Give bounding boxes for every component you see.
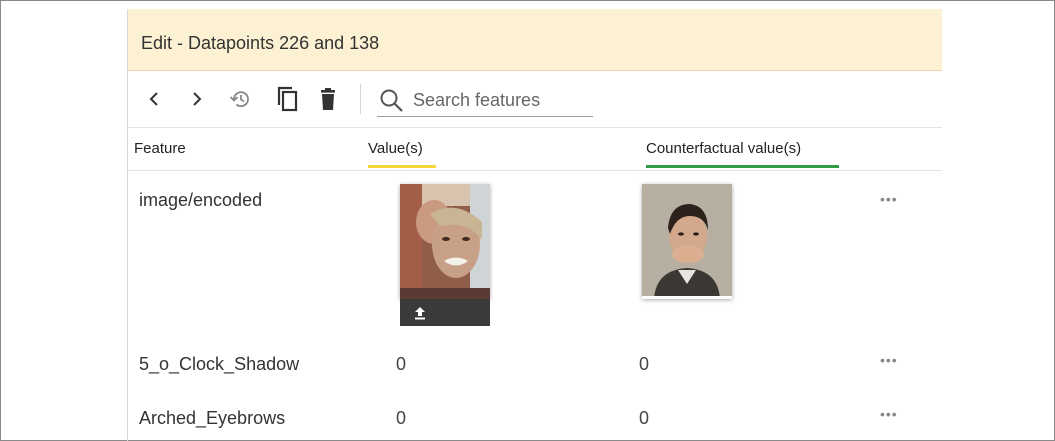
row-more-button[interactable]: •••: [880, 191, 898, 207]
value-text[interactable]: 0: [396, 354, 406, 375]
feature-name: Arched_Eyebrows: [139, 408, 286, 428]
face-photo-image: [400, 184, 490, 299]
counterfactual-value-text[interactable]: 0: [639, 354, 649, 375]
previous-button[interactable]: [140, 85, 168, 113]
counterfactual-column-underline: [646, 165, 839, 168]
feature-name: 5_o_Clock_Shadow: [139, 354, 300, 374]
history-button[interactable]: [226, 85, 254, 113]
column-headers: Feature Value(s) Counterfactual value(s): [128, 128, 942, 171]
search-input[interactable]: [411, 86, 595, 114]
copy-icon: [277, 86, 298, 112]
search-icon: [380, 89, 403, 112]
toolbar: [128, 71, 942, 128]
feature-name: image/encoded: [139, 190, 263, 210]
counterfactual-value-text[interactable]: 0: [639, 408, 649, 429]
history-icon: [229, 91, 249, 108]
panel-title: Edit - Datapoints 226 and 138: [141, 33, 380, 53]
row-more-button[interactable]: •••: [880, 406, 898, 422]
upload-image-button[interactable]: [400, 299, 490, 326]
trash-icon: [321, 88, 335, 110]
panel-header: Edit - Datapoints 226 and 138: [128, 9, 942, 71]
duplicate-button[interactable]: [273, 85, 301, 113]
row-more-button[interactable]: •••: [880, 352, 898, 368]
delete-button[interactable]: [314, 85, 342, 113]
next-button[interactable]: [183, 85, 211, 113]
toolbar-divider: [360, 84, 361, 114]
face-photo-image: [642, 184, 732, 299]
feature-column-header: Feature: [134, 140, 186, 157]
edit-panel: Edit - Datapoints 226 and 138 Search fea…: [127, 9, 942, 441]
search-box[interactable]: [377, 83, 595, 117]
value-text[interactable]: 0: [396, 408, 406, 429]
counterfactual-column-header: Counterfactual value(s): [646, 140, 802, 157]
chevron-left-icon: [149, 92, 158, 106]
values-column-underline: [368, 165, 436, 168]
chevron-right-icon: [193, 92, 202, 106]
value-image-thumbnail[interactable]: [400, 184, 490, 299]
upload-icon: [415, 306, 425, 319]
counterfactual-image-thumbnail[interactable]: [642, 184, 732, 299]
values-column-header: Value(s): [368, 140, 423, 157]
